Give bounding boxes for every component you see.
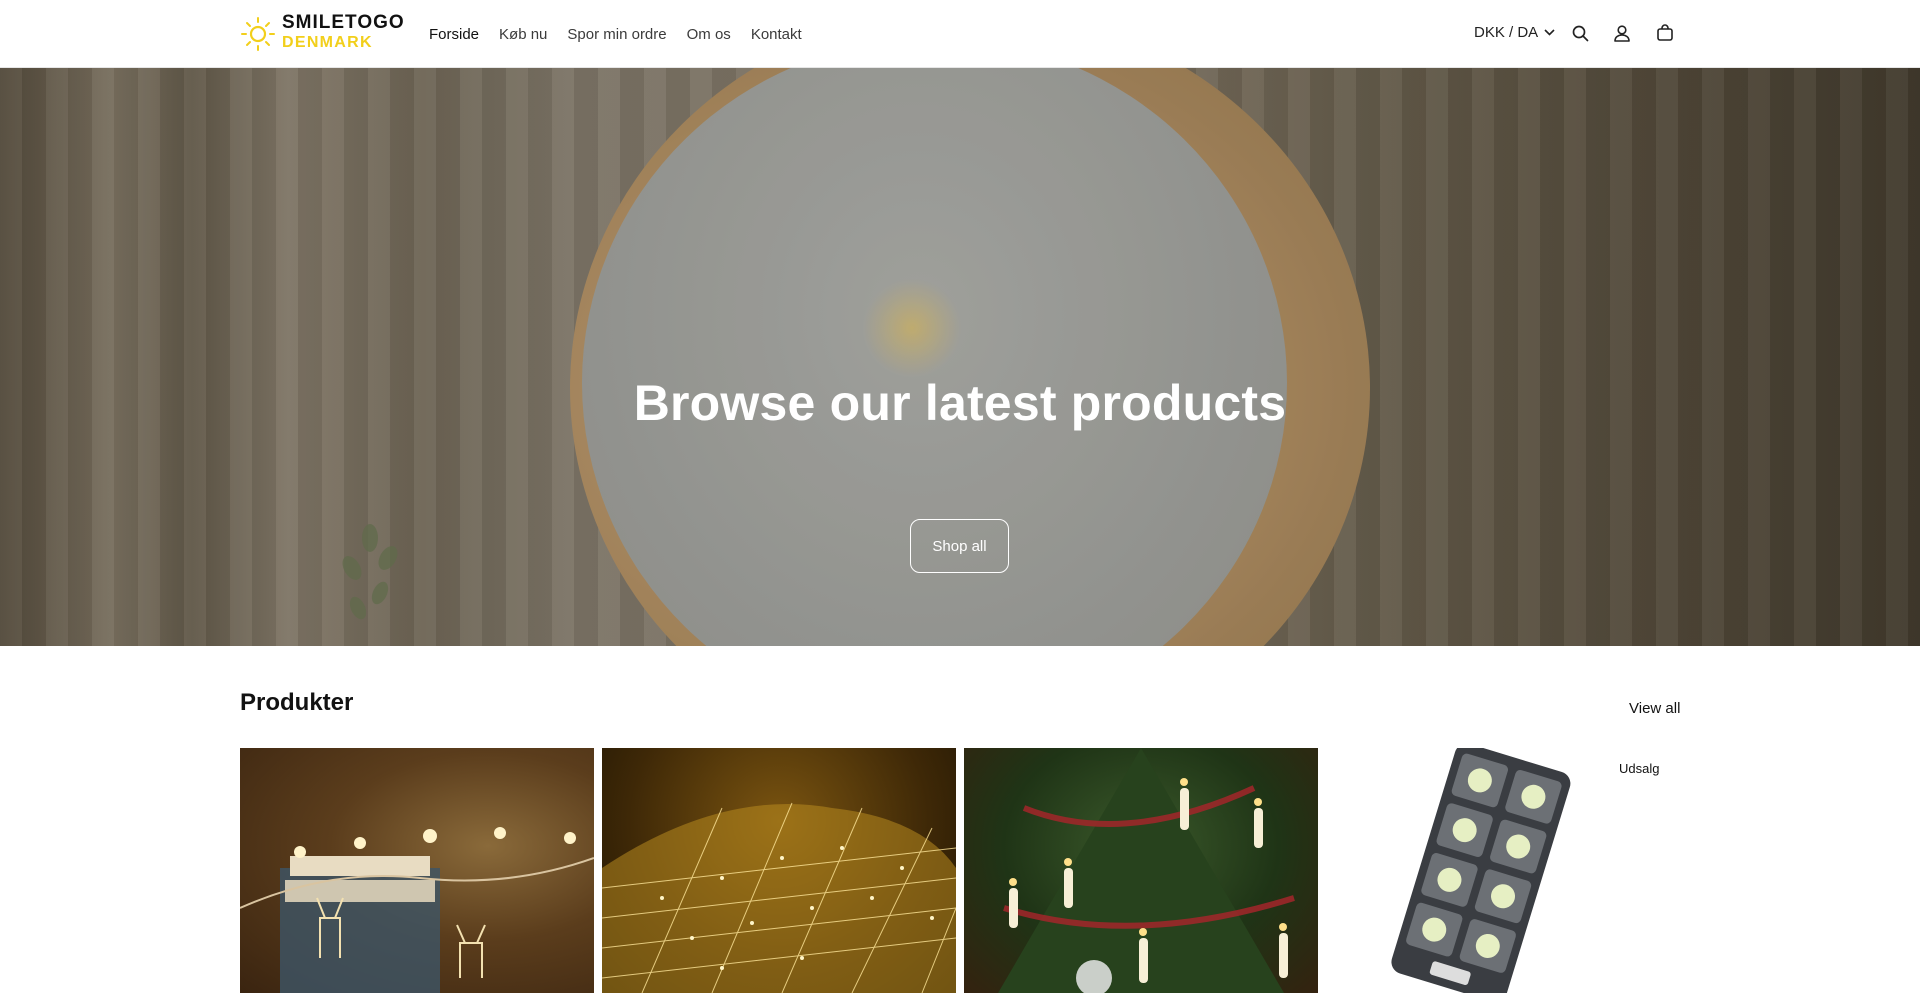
view-all-link[interactable]: View all bbox=[1629, 700, 1680, 717]
chevron-down-icon bbox=[1544, 29, 1555, 36]
product-image bbox=[1391, 748, 1571, 993]
search-icon[interactable] bbox=[1569, 22, 1591, 44]
site-header: SMILETOGO DENMARK Forside Køb nu Spor mi… bbox=[0, 0, 1920, 68]
brand-logo[interactable]: SMILETOGO DENMARK bbox=[240, 12, 405, 52]
hero-title: Browse our latest products bbox=[633, 375, 1287, 431]
products-section-title: Produkter bbox=[240, 689, 354, 716]
nav-item-kontakt[interactable]: Kontakt bbox=[751, 26, 802, 43]
sale-badge: Udsalg bbox=[1619, 761, 1660, 776]
nav-item-spor-min-ordre[interactable]: Spor min ordre bbox=[567, 26, 666, 43]
cart-icon[interactable] bbox=[1654, 22, 1676, 44]
nav-item-forside[interactable]: Forside bbox=[429, 26, 479, 43]
nav-item-om-os[interactable]: Om os bbox=[687, 26, 731, 43]
product-card-solar-street-light[interactable] bbox=[1326, 748, 1680, 993]
product-image bbox=[998, 748, 1295, 993]
product-image bbox=[240, 827, 594, 993]
product-image bbox=[602, 802, 956, 993]
main-nav: Forside Køb nu Spor min ordre Om os Kont… bbox=[429, 0, 822, 68]
locale-label: DKK / DA bbox=[1474, 24, 1539, 41]
product-card-net-lights[interactable] bbox=[602, 748, 956, 993]
shop-all-button[interactable]: Shop all bbox=[910, 519, 1009, 573]
sun-logo-icon bbox=[241, 17, 275, 51]
brand-subtitle: DENMARK bbox=[282, 34, 373, 51]
locale-selector[interactable]: DKK / DA bbox=[1474, 24, 1555, 41]
account-icon[interactable] bbox=[1611, 22, 1633, 44]
nav-item-kob-nu[interactable]: Køb nu bbox=[499, 26, 547, 43]
product-card-tree-candle-lights[interactable] bbox=[964, 748, 1318, 993]
brand-name: SMILETOGO bbox=[282, 12, 405, 33]
product-card-reindeer-lights[interactable] bbox=[240, 748, 594, 993]
